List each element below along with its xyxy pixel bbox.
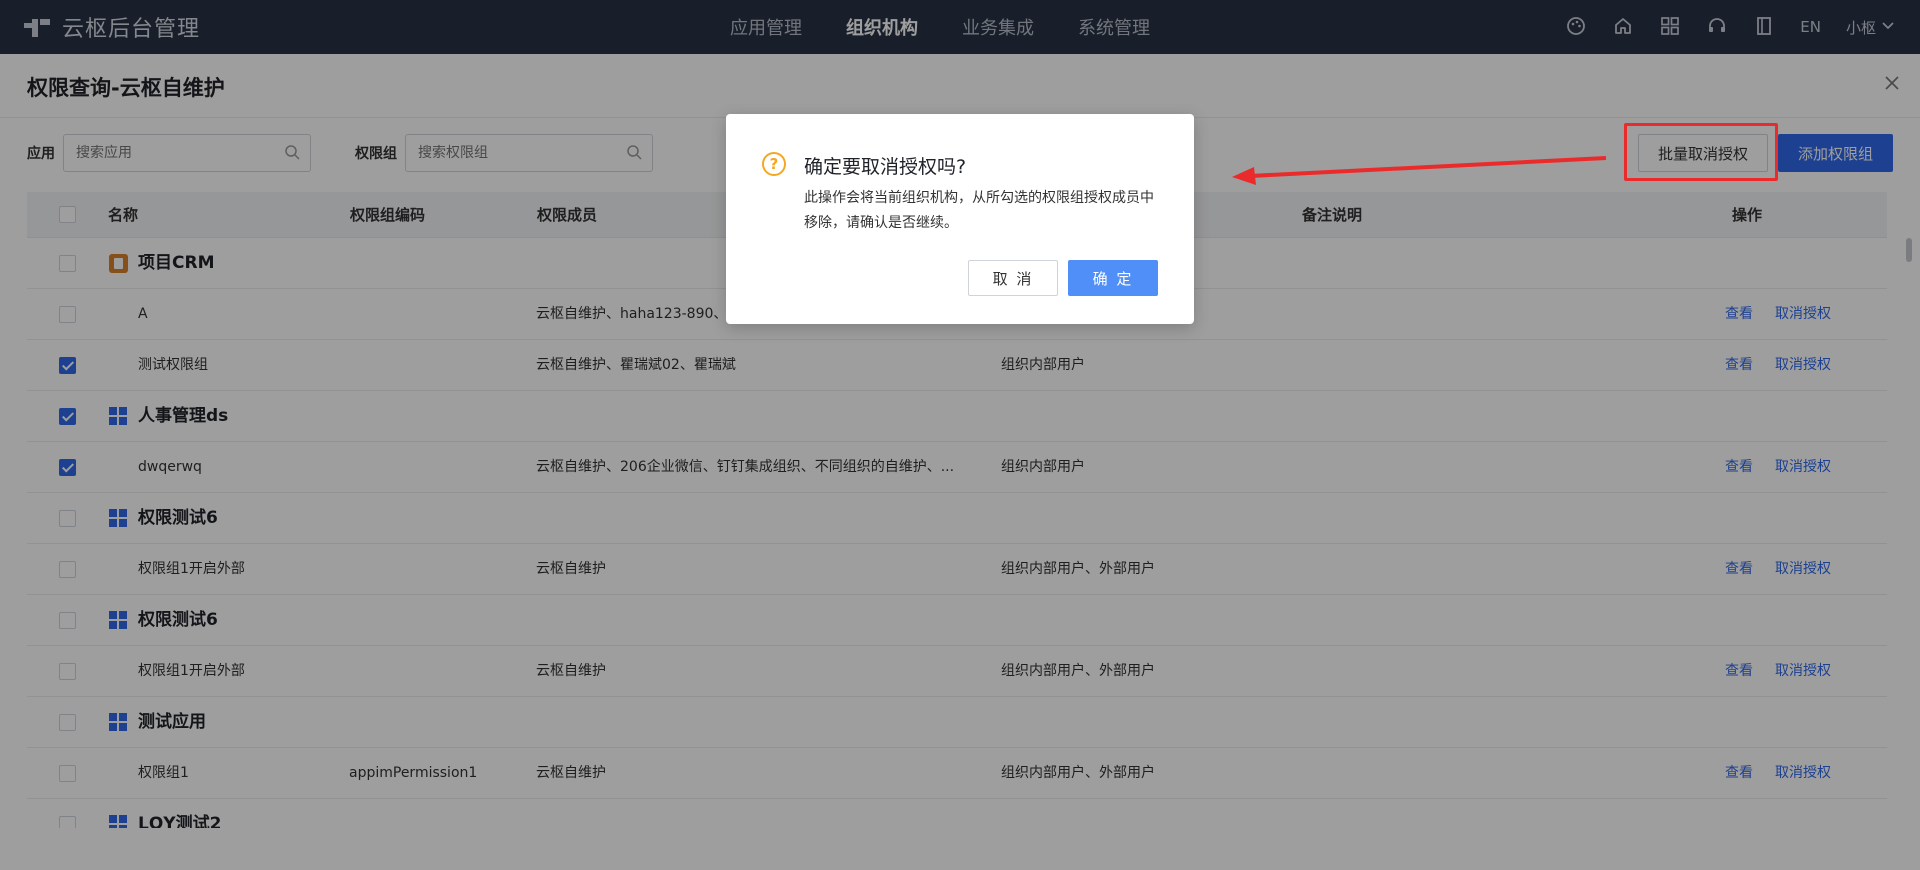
confirm-dialog: ? 确定要取消授权吗? 此操作会将当前组织机构，从所勾选的权限组授权成员中移除，… bbox=[726, 114, 1194, 324]
dialog-confirm-button[interactable]: 确 定 bbox=[1068, 260, 1158, 296]
dialog-title: 确定要取消授权吗? bbox=[804, 156, 967, 178]
dialog-message: 此操作会将当前组织机构，从所勾选的权限组授权成员中移除，请确认是否继续。 bbox=[804, 190, 1154, 231]
dialog-cancel-button[interactable]: 取 消 bbox=[968, 260, 1058, 296]
question-icon: ? bbox=[762, 152, 786, 176]
annotation-arrow-icon bbox=[1232, 156, 1607, 185]
annotation-highlight-box bbox=[1624, 123, 1778, 181]
